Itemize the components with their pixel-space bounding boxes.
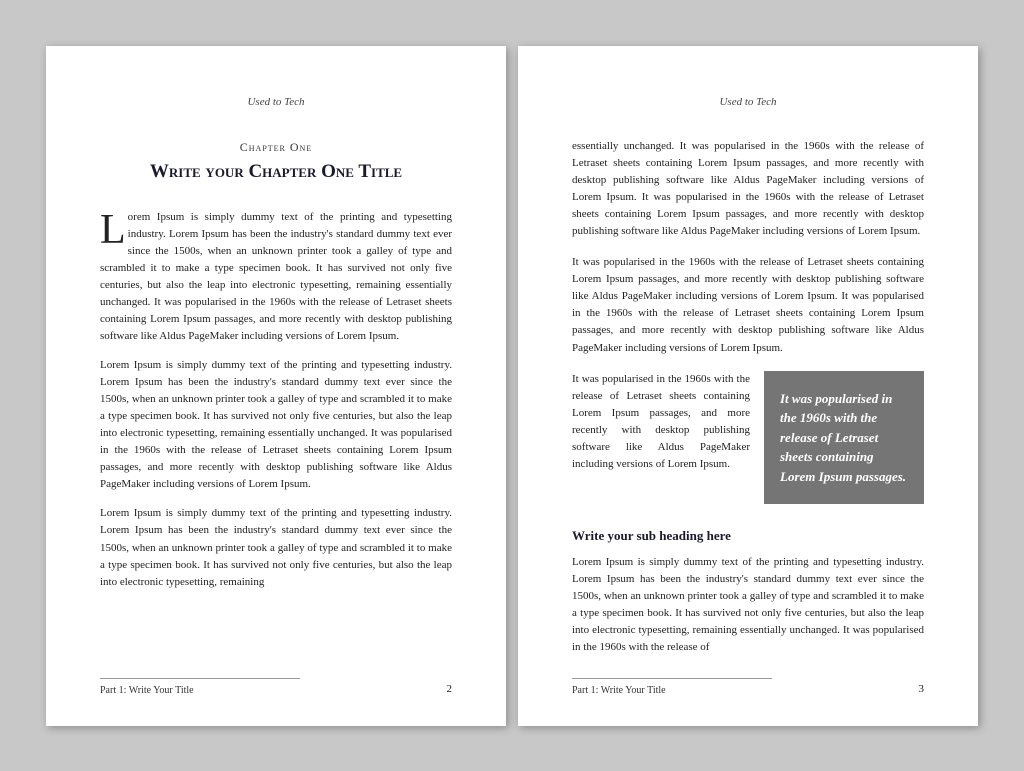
right-para-1: essentially unchanged. It was popularise… <box>572 138 924 240</box>
left-footer-section: Part 1: Write Your Title <box>100 678 300 698</box>
drop-cap-letter: L <box>100 215 126 247</box>
right-page-header: Used to Tech <box>572 94 924 111</box>
right-para-4: Lorem Ipsum is simply dummy text of the … <box>572 554 924 656</box>
chapter-label: Chapter One <box>100 138 452 156</box>
right-page-footer: Part 1: Write Your Title 3 <box>572 678 924 698</box>
left-page-footer: Part 1: Write Your Title 2 <box>100 678 452 698</box>
sub-heading: Write your sub heading here <box>572 526 924 546</box>
right-page: Used to Tech essentially unchanged. It w… <box>518 46 978 726</box>
left-para-2: Lorem Ipsum is simply dummy text of the … <box>100 357 452 493</box>
left-page: Used to Tech Chapter One Write your Chap… <box>46 46 506 726</box>
pages-container: Used to Tech Chapter One Write your Chap… <box>46 46 978 726</box>
right-page-number: 3 <box>919 681 925 698</box>
left-page-header: Used to Tech <box>100 94 452 111</box>
left-para-1-text: orem Ipsum is simply dummy text of the p… <box>100 211 452 342</box>
pullquote-text: It was popularised in the 1960s with the… <box>780 391 906 484</box>
right-para-2: It was popularised in the 1960s with the… <box>572 254 924 356</box>
chapter-title: Write your Chapter One Title <box>100 160 452 185</box>
left-page-number: 2 <box>447 681 453 698</box>
right-footer-section: Part 1: Write Your Title <box>572 678 772 698</box>
pullquote-box: It was popularised in the 1960s with the… <box>764 371 924 505</box>
left-para-3: Lorem Ipsum is simply dummy text of the … <box>100 505 452 590</box>
left-para-1: L orem Ipsum is simply dummy text of the… <box>100 209 452 345</box>
